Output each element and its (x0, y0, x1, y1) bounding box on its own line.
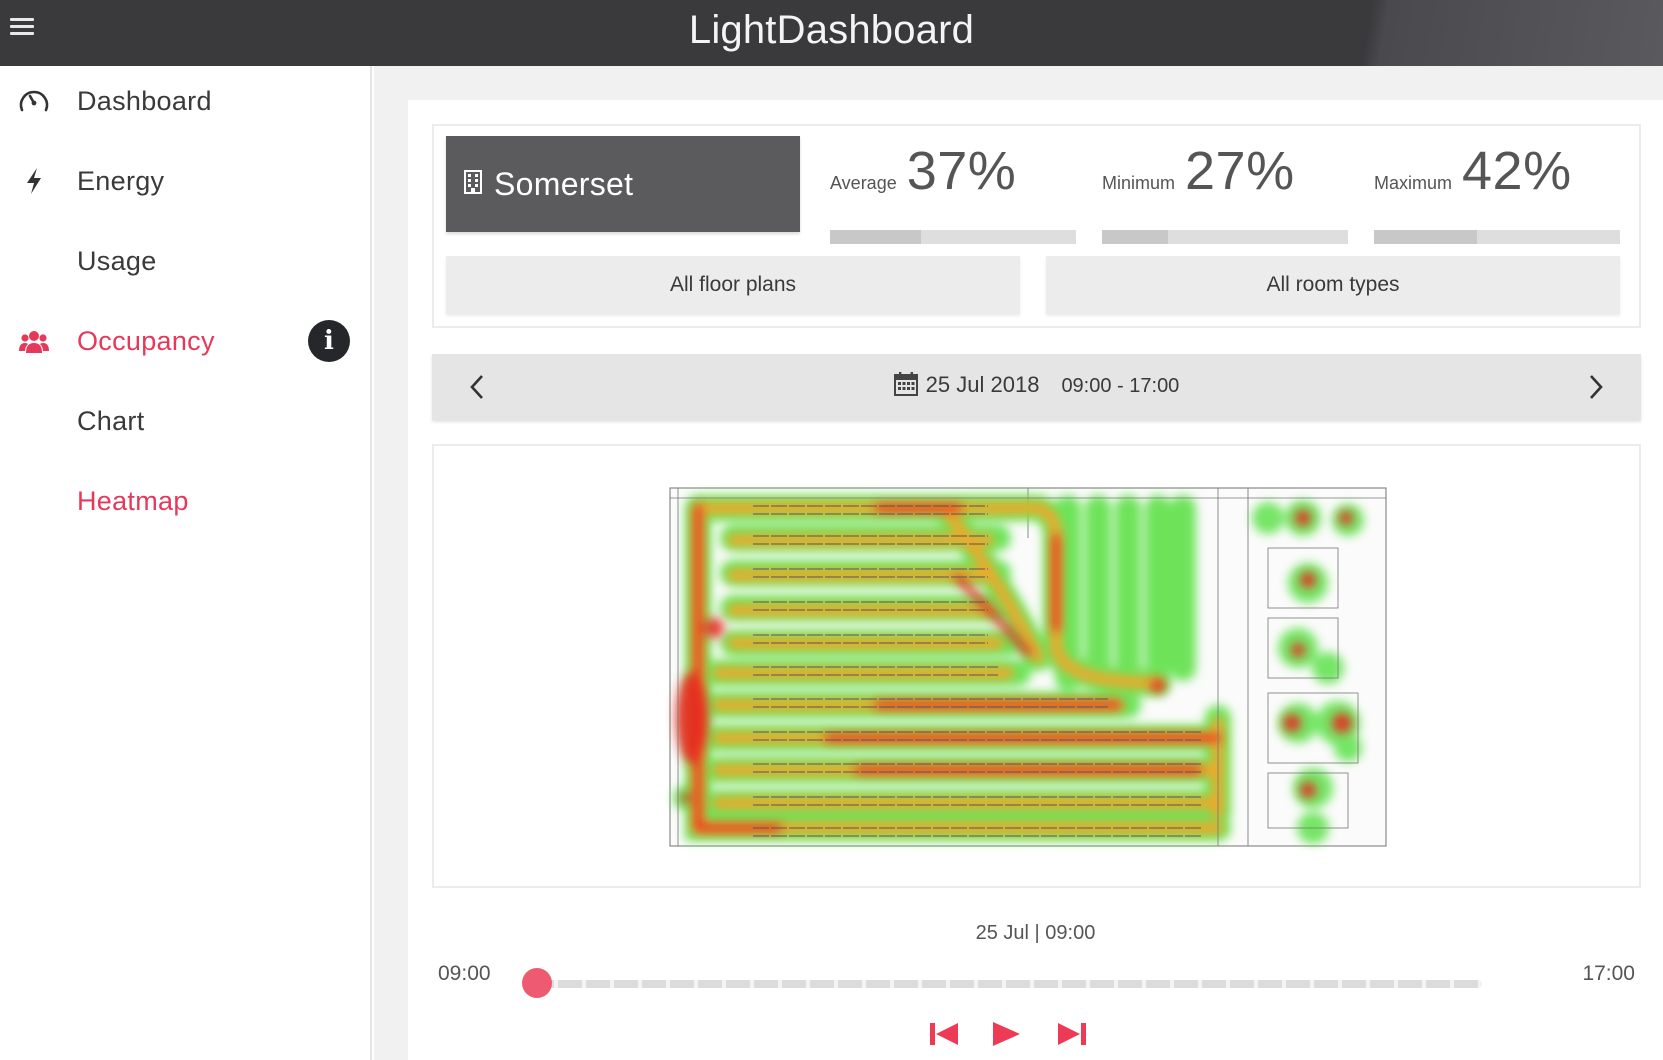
chevron-right-icon[interactable] (1575, 366, 1617, 408)
sidebar-item-occupancy[interactable]: Occupancy i (0, 306, 372, 376)
timeline-current: 25 Jul | 09:00 (975, 922, 1096, 944)
stat-average: Average 37% (830, 140, 1076, 244)
date-text: 25 Jul 2018 (925, 372, 1040, 397)
stat-bar-fill (830, 230, 922, 244)
sidebar-item-label: Dashboard (77, 85, 212, 116)
stat-bar-fill (1374, 230, 1478, 244)
stat-value: 37% (906, 141, 1017, 201)
sidebar-item-label: Occupancy (77, 325, 215, 356)
sidebar: Dashboard Energy Usage Occupancy i Chart… (0, 66, 372, 1060)
skip-forward-icon[interactable] (1052, 1014, 1092, 1054)
timeline-end: 17:00 (1582, 962, 1635, 985)
sidebar-item-usage[interactable]: Usage (0, 226, 372, 296)
time-range-text: 09:00 - 17:00 (1061, 375, 1180, 397)
timeline-thumb[interactable] (522, 968, 552, 998)
stat-bar (1102, 230, 1348, 244)
stat-label: Average (830, 173, 897, 193)
lightning-bolt-icon (16, 163, 52, 199)
stat-bar-fill (1102, 230, 1169, 244)
sidebar-item-label: Energy (77, 165, 165, 196)
occupancy-card: Somerset Average 37% Minimum 27% Maximum 42… (408, 100, 1663, 1060)
info-icon[interactable]: i (308, 320, 350, 362)
skip-back-icon[interactable] (924, 1014, 964, 1054)
site-selector-button[interactable]: Somerset (446, 136, 800, 232)
timeline-track[interactable] (530, 980, 1482, 988)
sidebar-item-energy[interactable]: Energy (0, 146, 372, 216)
stat-label: Minimum (1102, 173, 1176, 193)
sidebar-item-dashboard[interactable]: Dashboard (0, 66, 372, 136)
stats-panel: Somerset Average 37% Minimum 27% Maximum 42… (432, 124, 1641, 328)
room-types-filter[interactable]: All room types (1046, 256, 1620, 314)
stat-maximum: Maximum 42% (1374, 140, 1620, 244)
stat-bar (830, 230, 1076, 244)
app-title: LightDashboard (688, 8, 975, 52)
sidebar-item-label: Chart (77, 405, 145, 436)
stat-minimum: Minimum 27% (1102, 140, 1348, 244)
sidebar-item-heatmap[interactable]: Heatmap (0, 466, 372, 536)
stat-value: 27% (1185, 141, 1295, 201)
main-content: Somerset Average 37% Minimum 27% Maximum 42… (374, 66, 1663, 1060)
speedometer-icon (16, 83, 52, 119)
floor-plan-heatmap[interactable] (658, 468, 1418, 858)
sidebar-item-label: Heatmap (77, 485, 189, 516)
stat-bar (1374, 230, 1620, 244)
timeline-start: 09:00 (438, 962, 491, 985)
sidebar-item-chart[interactable]: Chart (0, 386, 372, 456)
stat-value: 42% (1462, 141, 1572, 201)
floor-plans-filter[interactable]: All floor plans (446, 256, 1020, 314)
date-display[interactable]: 25 Jul 2018 09:00 - 17:00 (432, 372, 1641, 402)
heatmap-panel (432, 444, 1641, 888)
people-group-icon (16, 323, 52, 359)
site-name: Somerset (494, 165, 634, 202)
play-icon[interactable] (986, 1014, 1026, 1054)
stat-label: Maximum (1374, 173, 1453, 193)
date-navigator: 25 Jul 2018 09:00 - 17:00 (432, 354, 1641, 420)
sidebar-item-label: Usage (77, 245, 157, 276)
building-icon (464, 169, 482, 199)
app: LightDashboard Dashboard Energy Usage Oc… (0, 0, 1663, 1060)
top-bar: LightDashboard (0, 0, 1663, 66)
calendar-icon (893, 372, 918, 402)
